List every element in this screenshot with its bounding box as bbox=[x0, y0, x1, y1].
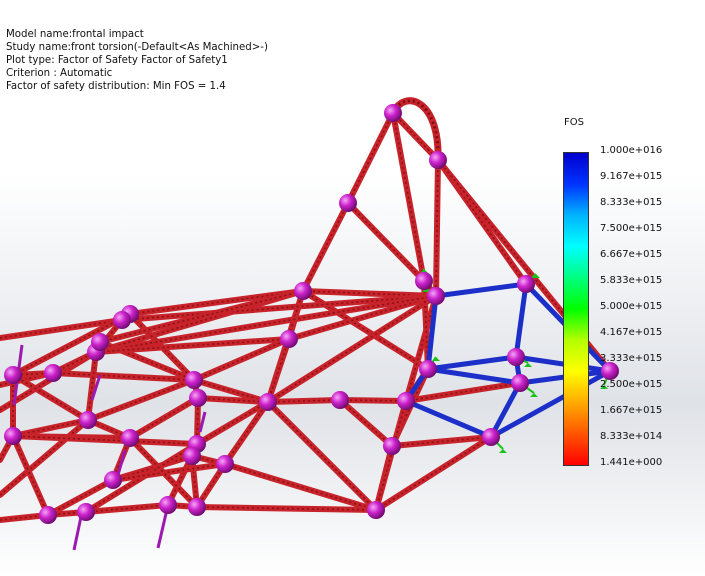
legend-label: 3.333e+015 bbox=[600, 353, 663, 364]
legend-title: FOS bbox=[564, 117, 584, 128]
study-info-block: Model name:frontal impact Study name:fro… bbox=[6, 28, 268, 93]
joint-node-icon[interactable] bbox=[39, 506, 57, 524]
joint-node-icon[interactable] bbox=[44, 364, 62, 382]
criterion-text: Criterion : Automatic bbox=[6, 68, 113, 79]
legend-label: 9.167e+015 bbox=[600, 171, 663, 182]
joint-node-icon[interactable] bbox=[427, 287, 445, 305]
joint-node-icon[interactable] bbox=[294, 282, 312, 300]
legend-label: 2.500e+015 bbox=[600, 379, 663, 390]
study-name-text: Study name:front torsion(-Default<As Mac… bbox=[6, 42, 268, 53]
joint-node-icon[interactable] bbox=[383, 437, 401, 455]
frame-member[interactable] bbox=[300, 200, 351, 294]
joint-node-icon[interactable] bbox=[511, 374, 529, 392]
joint-node-icon[interactable] bbox=[419, 360, 437, 378]
fixture-arrow-icon bbox=[530, 393, 538, 397]
joint-node-icon[interactable] bbox=[183, 447, 201, 465]
joint-node-icon[interactable] bbox=[185, 371, 203, 389]
joint-node-icon[interactable] bbox=[121, 429, 139, 447]
fixture-arrow-icon bbox=[499, 449, 507, 453]
model-name-text: Model name:frontal impact bbox=[6, 29, 144, 40]
frame-member-shade bbox=[87, 379, 195, 421]
load-arrow-icon bbox=[198, 411, 207, 433]
plot-type-text: Plot type: Factor of Safety Factor of Sa… bbox=[6, 55, 228, 66]
joint-node-icon[interactable] bbox=[216, 455, 234, 473]
frame-member-high-fos[interactable] bbox=[513, 281, 529, 360]
joint-node-icon[interactable] bbox=[189, 389, 207, 407]
joint-node-icon[interactable] bbox=[188, 498, 206, 516]
frame-member-high-fos[interactable] bbox=[403, 398, 494, 440]
joint-node-icon[interactable] bbox=[415, 272, 433, 290]
joint-node-icon[interactable] bbox=[384, 104, 402, 122]
joint-node-icon[interactable] bbox=[397, 392, 415, 410]
joint-node-icon[interactable] bbox=[367, 501, 385, 519]
joint-node-icon[interactable] bbox=[4, 366, 22, 384]
joint-node-icon[interactable] bbox=[259, 393, 277, 411]
joint-node-icon[interactable] bbox=[104, 471, 122, 489]
joint-node-icon[interactable] bbox=[601, 362, 619, 380]
frame-member-high-fos[interactable] bbox=[425, 366, 523, 386]
legend-label: 8.333e+015 bbox=[600, 197, 663, 208]
joint-node-icon[interactable] bbox=[517, 275, 535, 293]
joint-node-icon[interactable] bbox=[280, 330, 298, 348]
joint-node-icon[interactable] bbox=[113, 311, 131, 329]
joint-node-icon[interactable] bbox=[91, 333, 109, 351]
joint-node-icon[interactable] bbox=[507, 348, 525, 366]
legend-label: 5.833e+015 bbox=[600, 275, 663, 286]
legend-color-bar bbox=[563, 152, 589, 466]
red-frame-members[interactable] bbox=[0, 110, 613, 523]
legend-label: 1.667e+015 bbox=[600, 405, 663, 416]
joint-node-icon[interactable] bbox=[77, 503, 95, 521]
legend-label: 1.000e+016 bbox=[600, 145, 663, 156]
joint-node-icon[interactable] bbox=[159, 496, 177, 514]
joint-node-icon[interactable] bbox=[79, 411, 97, 429]
frame-member-shade bbox=[347, 112, 394, 204]
legend-label: 1.441e+000 bbox=[600, 457, 663, 468]
frame-member-high-fos[interactable] bbox=[425, 354, 519, 372]
fos-distribution-text: Factor of safety distribution: Min FOS =… bbox=[6, 81, 226, 92]
joint-node-icon[interactable] bbox=[331, 391, 349, 409]
legend-label: 7.500e+015 bbox=[600, 223, 663, 234]
joint-node-icon[interactable] bbox=[482, 428, 500, 446]
frame-member[interactable] bbox=[10, 433, 51, 518]
legend-label: 5.000e+015 bbox=[600, 301, 663, 312]
fixture-arrow-icon bbox=[524, 363, 532, 367]
joint-node-icon[interactable] bbox=[429, 151, 447, 169]
joint-node-icon[interactable] bbox=[4, 427, 22, 445]
graphics-viewport[interactable]: Model name:frontal impact Study name:fro… bbox=[0, 0, 705, 576]
legend-label: 6.667e+015 bbox=[600, 249, 663, 260]
legend-label: 8.333e+014 bbox=[600, 431, 663, 442]
legend-label: 4.167e+015 bbox=[600, 327, 663, 338]
joint-node-icon[interactable] bbox=[339, 194, 357, 212]
frame-member-high-fos[interactable] bbox=[433, 281, 529, 299]
